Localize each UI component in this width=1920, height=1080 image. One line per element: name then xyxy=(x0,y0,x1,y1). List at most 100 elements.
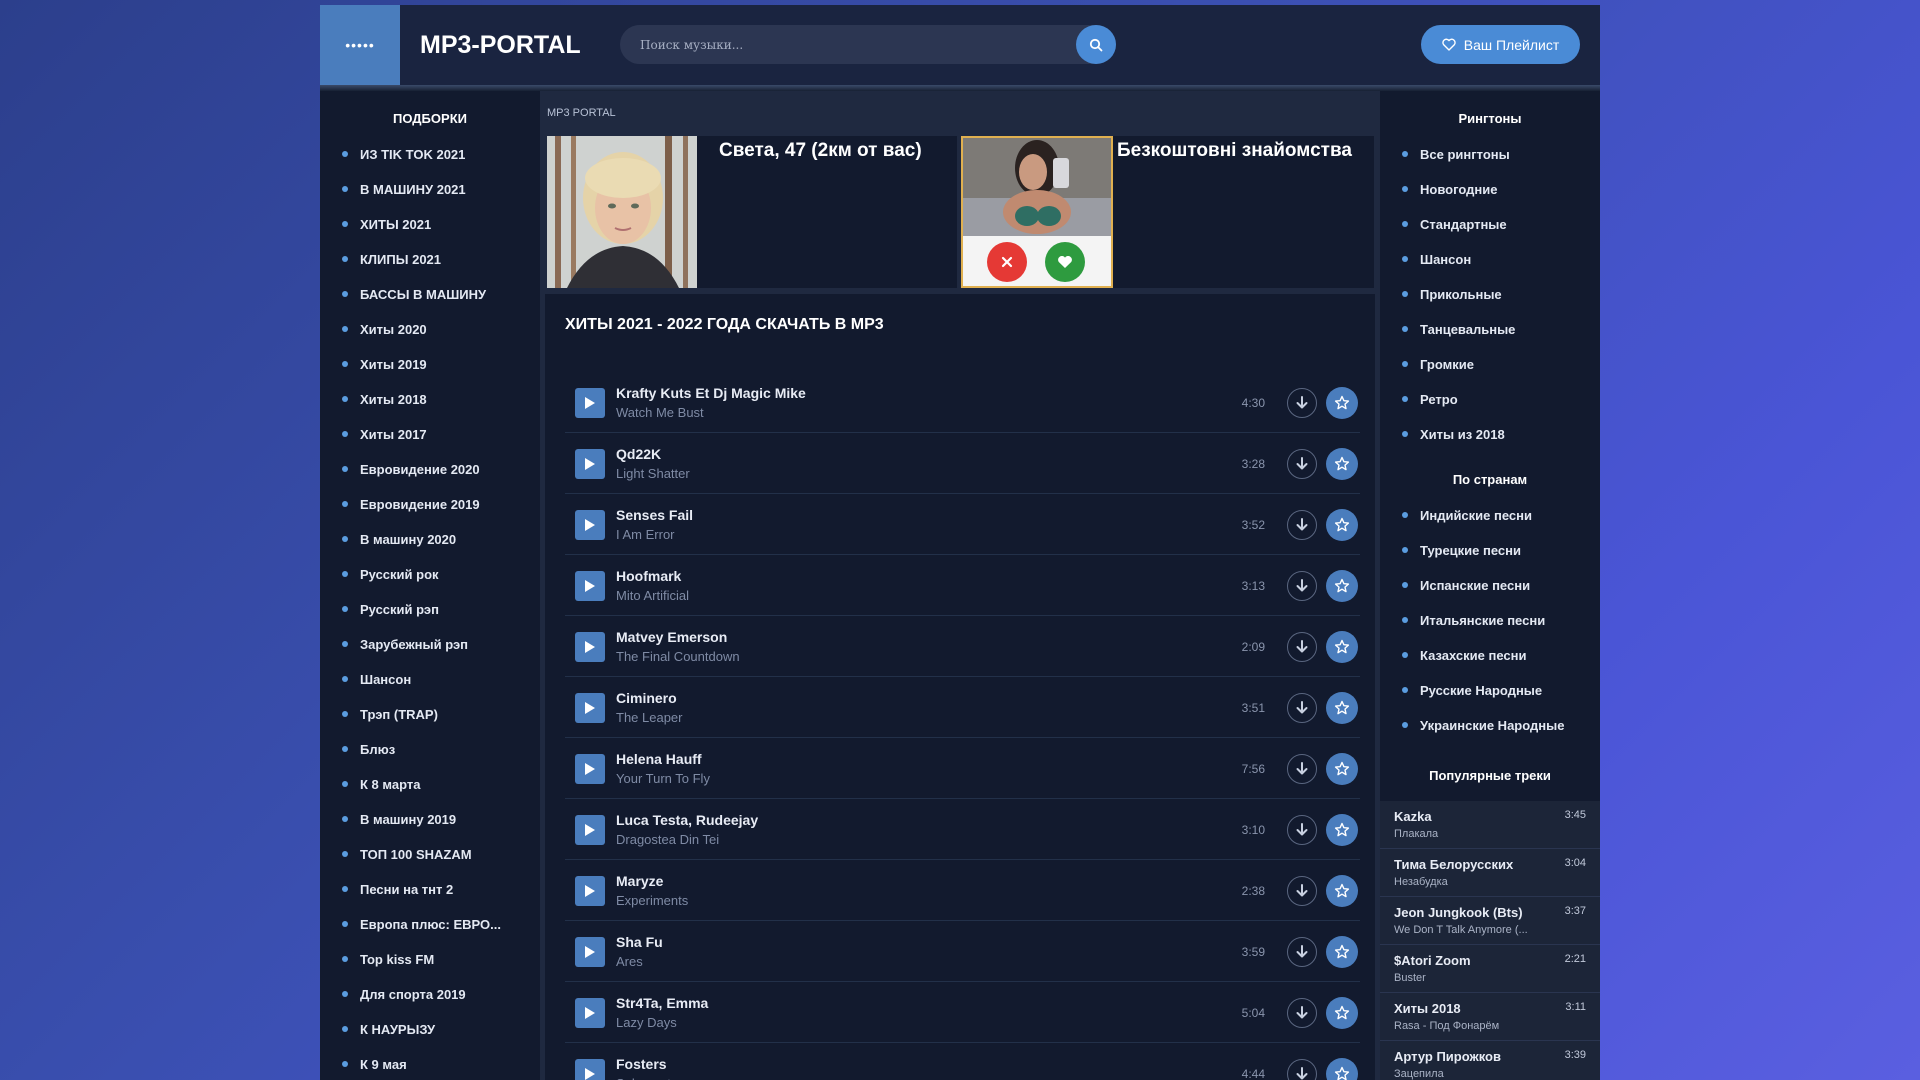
play-button[interactable] xyxy=(575,754,605,784)
download-button[interactable] xyxy=(1287,876,1317,906)
popular-track-item[interactable]: $Atori Zoom Buster 2:21 xyxy=(1380,945,1600,993)
site-logo[interactable]: MP3-PORTAL xyxy=(420,31,581,60)
ad-banner-2[interactable]: Безкоштовні знайомства xyxy=(961,136,1374,288)
download-button[interactable] xyxy=(1287,388,1317,418)
ad1-title[interactable]: Света, 47 (2км от вас) xyxy=(719,140,922,162)
download-button[interactable] xyxy=(1287,1059,1317,1080)
collection-item[interactable]: Хиты 2020 xyxy=(320,312,540,347)
add-to-playlist-button[interactable] xyxy=(1326,1058,1358,1080)
add-to-playlist-button[interactable] xyxy=(1326,753,1358,785)
popular-track-item[interactable]: Хиты 2018 Rasa - Под Фонарём 3:11 xyxy=(1380,993,1600,1041)
track-artist[interactable]: Fosters xyxy=(616,1056,667,1072)
search-input[interactable] xyxy=(620,25,1070,64)
play-button[interactable] xyxy=(575,693,605,723)
collection-item[interactable]: Хиты 2019 xyxy=(320,347,540,382)
popular-track-item[interactable]: Kazka Плакала 3:45 xyxy=(1380,801,1600,849)
ringtone-item[interactable]: Танцевальные xyxy=(1380,312,1600,347)
collection-item[interactable]: Трэп (TRAP) xyxy=(320,697,540,732)
ringtone-item[interactable]: Стандартные xyxy=(1380,207,1600,242)
ringtone-item[interactable]: Хиты из 2018 xyxy=(1380,417,1600,452)
collection-item[interactable]: Шансон xyxy=(320,662,540,697)
download-button[interactable] xyxy=(1287,937,1317,967)
play-button[interactable] xyxy=(575,1059,605,1080)
download-button[interactable] xyxy=(1287,571,1317,601)
country-item[interactable]: Итальянские песни xyxy=(1380,603,1600,638)
popular-track-item[interactable]: Тима Белорусских Незабудка 3:04 xyxy=(1380,849,1600,897)
menu-button[interactable]: ••••• xyxy=(320,5,400,85)
search-button[interactable] xyxy=(1076,25,1116,64)
add-to-playlist-button[interactable] xyxy=(1326,692,1358,724)
track-artist[interactable]: Sha Fu xyxy=(616,934,663,950)
collection-item[interactable]: ИЗ TIK TOK 2021 xyxy=(320,137,540,172)
collection-item[interactable]: ХИТЫ 2021 xyxy=(320,207,540,242)
like-button[interactable] xyxy=(1045,242,1085,282)
add-to-playlist-button[interactable] xyxy=(1326,570,1358,602)
play-button[interactable] xyxy=(575,815,605,845)
popular-track-item[interactable]: Артур Пирожков Зацепила 3:39 xyxy=(1380,1041,1600,1080)
add-to-playlist-button[interactable] xyxy=(1326,387,1358,419)
ringtone-item[interactable]: Прикольные xyxy=(1380,277,1600,312)
collection-item[interactable]: К НАУРЫЗУ xyxy=(320,1012,540,1047)
country-item[interactable]: Русские Народные xyxy=(1380,673,1600,708)
track-artist[interactable]: Luca Testa, Rudeejay xyxy=(616,812,758,828)
country-item[interactable]: Испанские песни xyxy=(1380,568,1600,603)
track-artist[interactable]: Helena Hauff xyxy=(616,751,702,767)
collection-item[interactable]: Евровидение 2020 xyxy=(320,452,540,487)
collection-item[interactable]: Европа плюс: ЕВРО... xyxy=(320,907,540,942)
collection-item[interactable]: Хиты 2018 xyxy=(320,382,540,417)
track-artist[interactable]: Senses Fail xyxy=(616,507,693,523)
add-to-playlist-button[interactable] xyxy=(1326,875,1358,907)
track-artist[interactable]: Ciminero xyxy=(616,690,677,706)
download-button[interactable] xyxy=(1287,449,1317,479)
download-button[interactable] xyxy=(1287,510,1317,540)
download-button[interactable] xyxy=(1287,693,1317,723)
track-artist[interactable]: Matvey Emerson xyxy=(616,629,727,645)
play-button[interactable] xyxy=(575,998,605,1028)
collection-item[interactable]: В машину 2019 xyxy=(320,802,540,837)
breadcrumb[interactable]: MP3 PORTAL xyxy=(547,107,616,119)
collection-item[interactable]: Евровидение 2019 xyxy=(320,487,540,522)
collection-item[interactable]: Блюз xyxy=(320,732,540,767)
ringtone-item[interactable]: Ретро xyxy=(1380,382,1600,417)
ringtone-item[interactable]: Все рингтоны xyxy=(1380,137,1600,172)
track-artist[interactable]: Krafty Kuts Et Dj Magic Mike xyxy=(616,385,806,401)
ad-banner-1[interactable]: Света, 47 (2км от вас) xyxy=(547,136,957,288)
play-button[interactable] xyxy=(575,876,605,906)
add-to-playlist-button[interactable] xyxy=(1326,936,1358,968)
add-to-playlist-button[interactable] xyxy=(1326,509,1358,541)
collection-item[interactable]: Для спорта 2019 xyxy=(320,977,540,1012)
country-item[interactable]: Казахские песни xyxy=(1380,638,1600,673)
collection-item[interactable]: Зарубежный рэп xyxy=(320,627,540,662)
track-artist[interactable]: Str4Ta, Emma xyxy=(616,995,708,1011)
download-button[interactable] xyxy=(1287,754,1317,784)
add-to-playlist-button[interactable] xyxy=(1326,631,1358,663)
track-artist[interactable]: Hoofmark xyxy=(616,568,681,584)
download-button[interactable] xyxy=(1287,998,1317,1028)
play-button[interactable] xyxy=(575,571,605,601)
ringtone-item[interactable]: Новогодние xyxy=(1380,172,1600,207)
play-button[interactable] xyxy=(575,388,605,418)
country-item[interactable]: Турецкие песни xyxy=(1380,533,1600,568)
collection-item[interactable]: В МАШИНУ 2021 xyxy=(320,172,540,207)
add-to-playlist-button[interactable] xyxy=(1326,448,1358,480)
country-item[interactable]: Украинские Народные xyxy=(1380,708,1600,743)
collection-item[interactable]: К 9 мая xyxy=(320,1047,540,1080)
collection-item[interactable]: В машину 2020 xyxy=(320,522,540,557)
play-button[interactable] xyxy=(575,449,605,479)
ad2-title[interactable]: Безкоштовні знайомства xyxy=(1117,140,1352,162)
ringtone-item[interactable]: Громкие xyxy=(1380,347,1600,382)
track-artist[interactable]: Qd22K xyxy=(616,446,661,462)
add-to-playlist-button[interactable] xyxy=(1326,997,1358,1029)
play-button[interactable] xyxy=(575,632,605,662)
download-button[interactable] xyxy=(1287,632,1317,662)
collection-item[interactable]: Русский рэп xyxy=(320,592,540,627)
collection-item[interactable]: БАССЫ В МАШИНУ xyxy=(320,277,540,312)
dislike-button[interactable] xyxy=(987,242,1027,282)
country-item[interactable]: Индийские песни xyxy=(1380,498,1600,533)
download-button[interactable] xyxy=(1287,815,1317,845)
collection-item[interactable]: К 8 марта xyxy=(320,767,540,802)
ringtone-item[interactable]: Шансон xyxy=(1380,242,1600,277)
collection-item[interactable]: Русский рок xyxy=(320,557,540,592)
add-to-playlist-button[interactable] xyxy=(1326,814,1358,846)
popular-track-item[interactable]: Jeon Jungkook (Bts) We Don T Talk Anymore… xyxy=(1380,897,1600,945)
